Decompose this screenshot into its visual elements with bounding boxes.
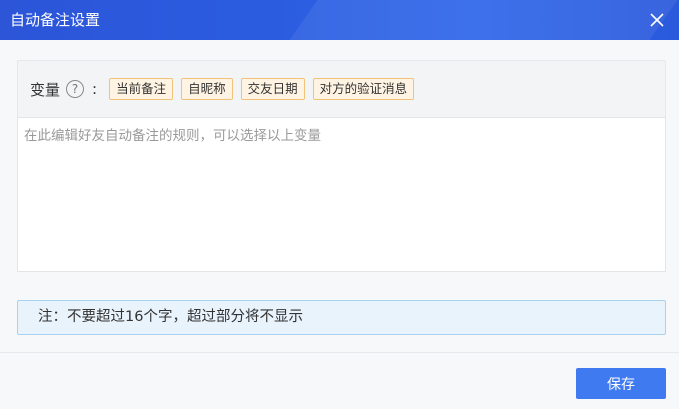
variable-chip-friend-date[interactable]: 交友日期 <box>240 78 305 100</box>
dialog-title: 自动备注设置 <box>10 11 101 29</box>
remark-rule-editor[interactable] <box>17 117 666 272</box>
close-button[interactable] <box>643 6 671 34</box>
variables-label: 变量 <box>30 80 61 99</box>
title-bar: 自动备注设置 <box>0 0 679 40</box>
close-icon <box>650 13 664 27</box>
footer-divider <box>0 352 679 353</box>
auto-remark-dialog: 自动备注设置 变量 ? : 当前备注 自昵称 交友日期 对方的验证消息 注：不要… <box>0 0 679 409</box>
variables-row: 变量 ? : 当前备注 自昵称 交友日期 对方的验证消息 <box>30 75 422 103</box>
save-button[interactable]: 保存 <box>576 368 666 399</box>
variable-chip-current-remark[interactable]: 当前备注 <box>109 78 174 100</box>
variables-panel: 变量 ? : 当前备注 自昵称 交友日期 对方的验证消息 <box>17 60 666 272</box>
question-circle-icon[interactable]: ? <box>66 80 85 98</box>
variable-chip-verify-message[interactable]: 对方的验证消息 <box>312 78 415 100</box>
variable-chip-nickname[interactable]: 自昵称 <box>181 78 233 100</box>
length-notice: 注：不要超过16个字，超过部分将不显示 <box>17 300 666 335</box>
variables-colon: : <box>92 80 98 98</box>
